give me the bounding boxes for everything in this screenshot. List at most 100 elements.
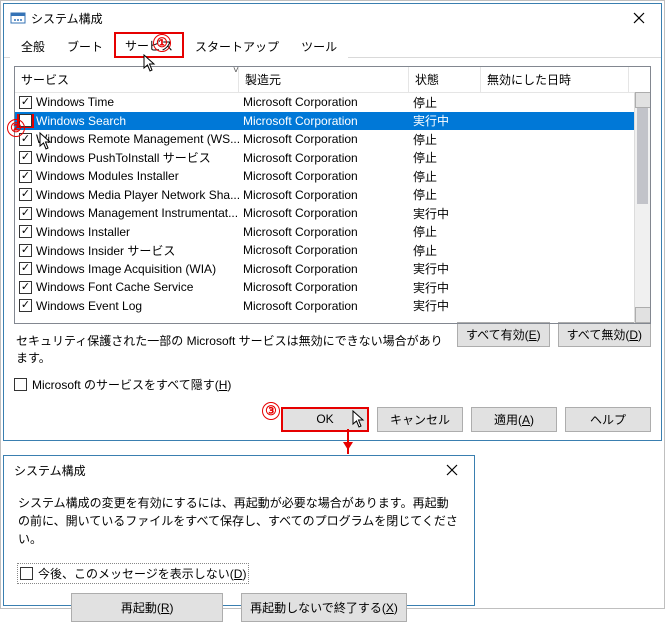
service-checkbox[interactable] bbox=[19, 262, 32, 275]
services-listview[interactable]: サービス ˅製造元 状態 無効にした日時 Windows TimeMicroso… bbox=[14, 66, 651, 324]
disable-all-button[interactable]: すべて無効(D) bbox=[558, 322, 651, 347]
col-disabled-date[interactable]: 無効にした日時 bbox=[481, 67, 629, 92]
service-checkbox[interactable] bbox=[19, 188, 32, 201]
tab-boot[interactable]: ブート bbox=[56, 33, 114, 58]
manufacturer: Microsoft Corporation bbox=[239, 188, 409, 202]
tab-tools[interactable]: ツール bbox=[290, 33, 348, 58]
manufacturer: Microsoft Corporation bbox=[239, 243, 409, 257]
scrollbar[interactable]: ▴ ▾ bbox=[634, 92, 650, 323]
table-row[interactable]: Windows Modules Installer Microsoft Corpo… bbox=[15, 167, 650, 186]
table-row[interactable]: Windows TimeMicrosoft Corporation停止 bbox=[15, 93, 650, 112]
service-name: Windows Remote Management (WS... bbox=[36, 132, 239, 146]
status: 実行中 bbox=[409, 297, 481, 314]
table-row[interactable]: Windows Image Acquisition (WIA)Microsoft… bbox=[15, 260, 650, 279]
table-row[interactable]: Windows Management Instrumentat...Micros… bbox=[15, 204, 650, 223]
dont-show-label: 今後、このメッセージを表示しない(D) bbox=[38, 565, 246, 582]
window-title: システム構成 bbox=[10, 462, 432, 479]
table-row[interactable]: Windows SearchMicrosoft Corporation実行中 bbox=[15, 112, 650, 131]
hide-ms-checkbox[interactable] bbox=[14, 378, 27, 391]
restart-dialog: システム構成 システム構成の変更を有効にするには、再起動が必要な場合があります。… bbox=[3, 455, 475, 606]
app-icon bbox=[10, 10, 26, 26]
annotation-3: ③ bbox=[262, 402, 280, 420]
close-button[interactable] bbox=[619, 5, 659, 31]
manufacturer: Microsoft Corporation bbox=[239, 299, 409, 313]
close-button[interactable] bbox=[432, 457, 472, 483]
dialog-buttons: OK キャンセル 適用(A) ヘルプ bbox=[4, 401, 661, 432]
services-panel: サービス ˅製造元 状態 無効にした日時 Windows TimeMicroso… bbox=[4, 58, 661, 401]
table-row[interactable]: Windows Font Cache Service Microsoft Corp… bbox=[15, 278, 650, 297]
status: 停止 bbox=[409, 186, 481, 203]
service-name: Windows Font Cache Service bbox=[36, 280, 193, 294]
status: 実行中 bbox=[409, 205, 481, 222]
manufacturer: Microsoft Corporation bbox=[239, 225, 409, 239]
service-checkbox[interactable] bbox=[19, 170, 32, 183]
manufacturer: Microsoft Corporation bbox=[239, 114, 409, 128]
scroll-down-icon[interactable]: ▾ bbox=[635, 307, 651, 323]
service-name: Windows Event Log bbox=[36, 299, 142, 313]
msconfig-window: システム構成 全般 ブート サービス スタートアップ ツール サービス ˅製造元… bbox=[3, 3, 662, 441]
status: 停止 bbox=[409, 149, 481, 166]
scroll-track[interactable] bbox=[635, 108, 650, 307]
service-name: Windows Media Player Network Sha... bbox=[36, 188, 239, 202]
status: 停止 bbox=[409, 223, 481, 240]
table-row[interactable]: Windows Media Player Network Sha...Micro… bbox=[15, 186, 650, 205]
status: 停止 bbox=[409, 168, 481, 185]
status: 停止 bbox=[409, 94, 481, 111]
table-row[interactable]: Windows PushToInstall サービス Microsoft Corp… bbox=[15, 149, 650, 168]
apply-button[interactable]: 適用(A) bbox=[471, 407, 557, 432]
service-checkbox[interactable] bbox=[19, 151, 32, 164]
service-name: Windows Modules Installer bbox=[36, 169, 179, 183]
hide-ms-services[interactable]: Microsoft のサービスをすべて隠す(H) bbox=[14, 376, 231, 393]
titlebar[interactable]: システム構成 bbox=[4, 4, 661, 32]
manufacturer: Microsoft Corporation bbox=[239, 206, 409, 220]
col-manufacturer[interactable]: ˅製造元 bbox=[239, 67, 409, 92]
close-icon bbox=[446, 464, 458, 476]
table-row[interactable]: Windows Insider サービス Microsoft Corporatio… bbox=[15, 241, 650, 260]
service-name: Windows PushToInstall サービス bbox=[36, 149, 211, 166]
table-row[interactable]: Windows Remote Management (WS...Microsof… bbox=[15, 130, 650, 149]
manufacturer: Microsoft Corporation bbox=[239, 151, 409, 165]
manufacturer: Microsoft Corporation bbox=[239, 262, 409, 276]
column-headers: サービス ˅製造元 状態 無効にした日時 bbox=[15, 67, 650, 93]
manufacturer: Microsoft Corporation bbox=[239, 132, 409, 146]
annotation-1: ① bbox=[153, 34, 171, 52]
table-row[interactable]: Windows Event Log Microsoft Corporation実行… bbox=[15, 297, 650, 316]
ok-button[interactable]: OK bbox=[281, 407, 369, 432]
tab-startup[interactable]: スタートアップ bbox=[184, 33, 290, 58]
service-checkbox[interactable] bbox=[19, 244, 32, 257]
tab-general[interactable]: 全般 bbox=[10, 33, 56, 58]
service-name: Windows Time bbox=[36, 95, 114, 109]
enable-all-button[interactable]: すべて有効(E) bbox=[457, 322, 550, 347]
status: 停止 bbox=[409, 131, 481, 148]
status: 停止 bbox=[409, 242, 481, 259]
service-checkbox[interactable] bbox=[19, 281, 32, 294]
service-checkbox[interactable] bbox=[19, 299, 32, 312]
exit-without-restart-button[interactable]: 再起動しないで終了する(X) bbox=[241, 593, 407, 622]
status: 実行中 bbox=[409, 112, 481, 129]
tab-services[interactable]: サービス bbox=[114, 32, 184, 58]
help-button[interactable]: ヘルプ bbox=[565, 407, 651, 432]
status: 実行中 bbox=[409, 279, 481, 296]
service-checkbox[interactable] bbox=[19, 207, 32, 220]
restart-message: システム構成の変更を有効にするには、再起動が必要な場合があります。再起動の前に、… bbox=[18, 494, 460, 548]
dont-show-again[interactable]: 今後、このメッセージを表示しない(D) bbox=[18, 564, 248, 583]
service-checkbox[interactable] bbox=[19, 225, 32, 238]
status: 実行中 bbox=[409, 260, 481, 277]
restart-button[interactable]: 再起動(R) bbox=[71, 593, 223, 622]
cancel-button[interactable]: キャンセル bbox=[377, 407, 463, 432]
titlebar[interactable]: システム構成 bbox=[4, 456, 474, 484]
sort-indicator-icon: ˅ bbox=[233, 66, 239, 76]
scroll-up-icon[interactable]: ▴ bbox=[635, 92, 651, 108]
annotation-2: ② bbox=[7, 119, 25, 137]
table-row[interactable]: Windows Installer Microsoft Corporation停止 bbox=[15, 223, 650, 242]
scroll-thumb[interactable] bbox=[637, 108, 648, 204]
col-service[interactable]: サービス bbox=[15, 67, 239, 92]
service-checkbox[interactable] bbox=[19, 96, 32, 109]
service-name: Windows Management Instrumentat... bbox=[36, 206, 238, 220]
dont-show-checkbox[interactable] bbox=[20, 567, 33, 580]
service-name: Windows Insider サービス bbox=[36, 242, 175, 259]
manufacturer: Microsoft Corporation bbox=[239, 169, 409, 183]
manufacturer: Microsoft Corporation bbox=[239, 280, 409, 294]
service-name: Windows Installer bbox=[36, 225, 130, 239]
col-status[interactable]: 状態 bbox=[409, 67, 481, 92]
